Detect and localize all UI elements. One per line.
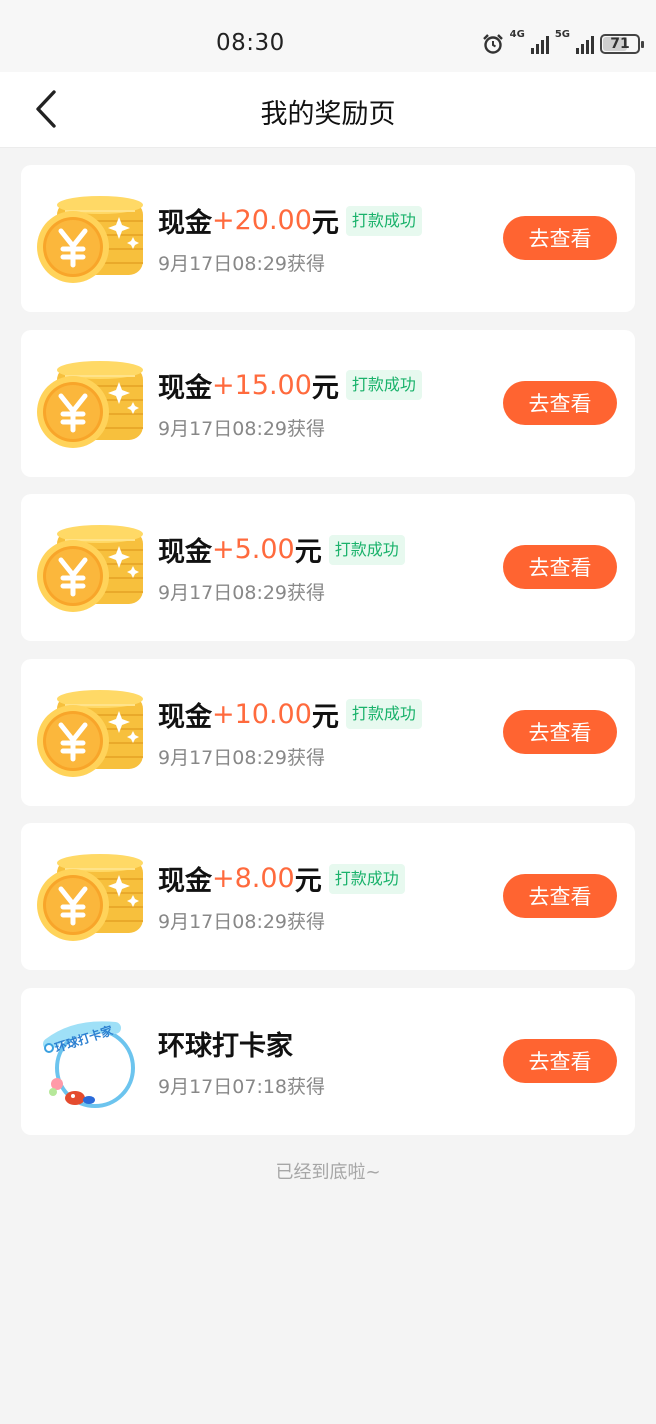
reward-time: 9月17日07:18获得: [158, 1075, 326, 1098]
alarm-icon: [482, 34, 503, 54]
reward-card: 环球打卡家 环球打卡家 9月17日07:18获得 去查看: [21, 987, 635, 1135]
status-icons: 4G 5G 71: [482, 29, 644, 58]
view-button[interactable]: 去查看: [503, 874, 617, 918]
view-button[interactable]: 去查看: [503, 216, 617, 260]
reward-type: 环球打卡家: [158, 1030, 293, 1062]
reward-card: 现金 +5.00 元打款成功 9月17日08:29获得 去查看: [21, 494, 635, 641]
avatar-frame-icon: 环球打卡家: [35, 1014, 155, 1114]
reward-time: 9月17日08:29获得: [158, 253, 326, 275]
reward-unit: 元: [294, 537, 322, 568]
view-button[interactable]: 去查看: [503, 709, 617, 754]
reward-time: 9月17日08:29获得: [158, 911, 326, 933]
reward-type: 现金: [158, 537, 212, 568]
status-badge: 打款成功: [328, 534, 405, 565]
view-button[interactable]: 去查看: [503, 1038, 617, 1083]
reward-unit: 元: [311, 701, 339, 733]
reward-title: 现金 +8.00 元打款成功: [158, 859, 405, 898]
view-button[interactable]: 去查看: [503, 545, 617, 589]
reward-type: 现金: [158, 701, 212, 733]
reward-time: 9月17日08:29获得: [158, 582, 326, 604]
coin-stack-icon: [35, 191, 155, 291]
status-time: 08:30: [216, 30, 285, 56]
signal-5g-icon: [576, 34, 594, 54]
network-5g-label: 5G: [554, 29, 570, 40]
signal-4g-icon: [530, 34, 549, 54]
page-title: 我的奖励页: [260, 99, 396, 130]
coin-stack-icon: [35, 849, 155, 949]
reward-title: 现金 +10.00 元打款成功: [158, 695, 422, 734]
view-button[interactable]: 去查看: [503, 380, 617, 425]
coin-stack-icon: [35, 356, 155, 456]
battery-icon: 71: [600, 34, 644, 54]
reward-card: 现金 +20.00 元打款成功 9月17日08:29获得 去查看: [21, 165, 635, 312]
reward-title: 环球打卡家: [158, 1024, 293, 1063]
reward-card: 现金 +8.00 元打款成功 9月17日08:29获得 去查看: [21, 823, 635, 970]
coin-stack-icon: [35, 685, 155, 785]
coin-stack-icon: [35, 520, 155, 620]
network-4g-label: 4G: [509, 29, 525, 40]
reward-amount: +5.00: [212, 534, 295, 565]
reward-unit: 元: [294, 866, 322, 897]
reward-title: 现金 +20.00 元打款成功: [158, 201, 422, 240]
reward-title: 现金 +15.00 元打款成功: [158, 366, 422, 405]
reward-unit: 元: [311, 208, 339, 239]
reward-amount: +15.00: [212, 369, 312, 401]
status-badge: 打款成功: [328, 863, 405, 894]
reward-amount: +8.00: [212, 863, 295, 894]
reward-time: 9月17日08:29获得: [158, 746, 326, 769]
status-badge: 打款成功: [345, 699, 422, 729]
reward-unit: 元: [311, 372, 339, 404]
reward-list: 现金 +20.00 元打款成功 9月17日08:29获得 去查看 现金 +15.00 元打款…: [21, 165, 635, 1152]
reward-amount: +10.00: [212, 698, 312, 730]
reward-type: 现金: [158, 208, 212, 239]
reward-card: 现金 +10.00 元打款成功 9月17日08:29获得 去查看: [21, 658, 635, 806]
nav-bar: 我的奖励页: [0, 72, 656, 148]
status-bar: 08:30 4G 5G 71: [0, 0, 656, 72]
status-badge: 打款成功: [345, 370, 422, 400]
status-badge: 打款成功: [345, 205, 422, 236]
battery-label: 71: [610, 36, 630, 52]
end-of-list-text: 已经到底啦~: [275, 1162, 381, 1183]
reward-type: 现金: [158, 372, 212, 404]
reward-time: 9月17日08:29获得: [158, 417, 326, 440]
reward-title: 现金 +5.00 元打款成功: [158, 530, 405, 569]
reward-type: 现金: [158, 866, 212, 897]
reward-amount: +20.00: [212, 205, 312, 236]
reward-card: 现金 +15.00 元打款成功 9月17日08:29获得 去查看: [21, 329, 635, 477]
